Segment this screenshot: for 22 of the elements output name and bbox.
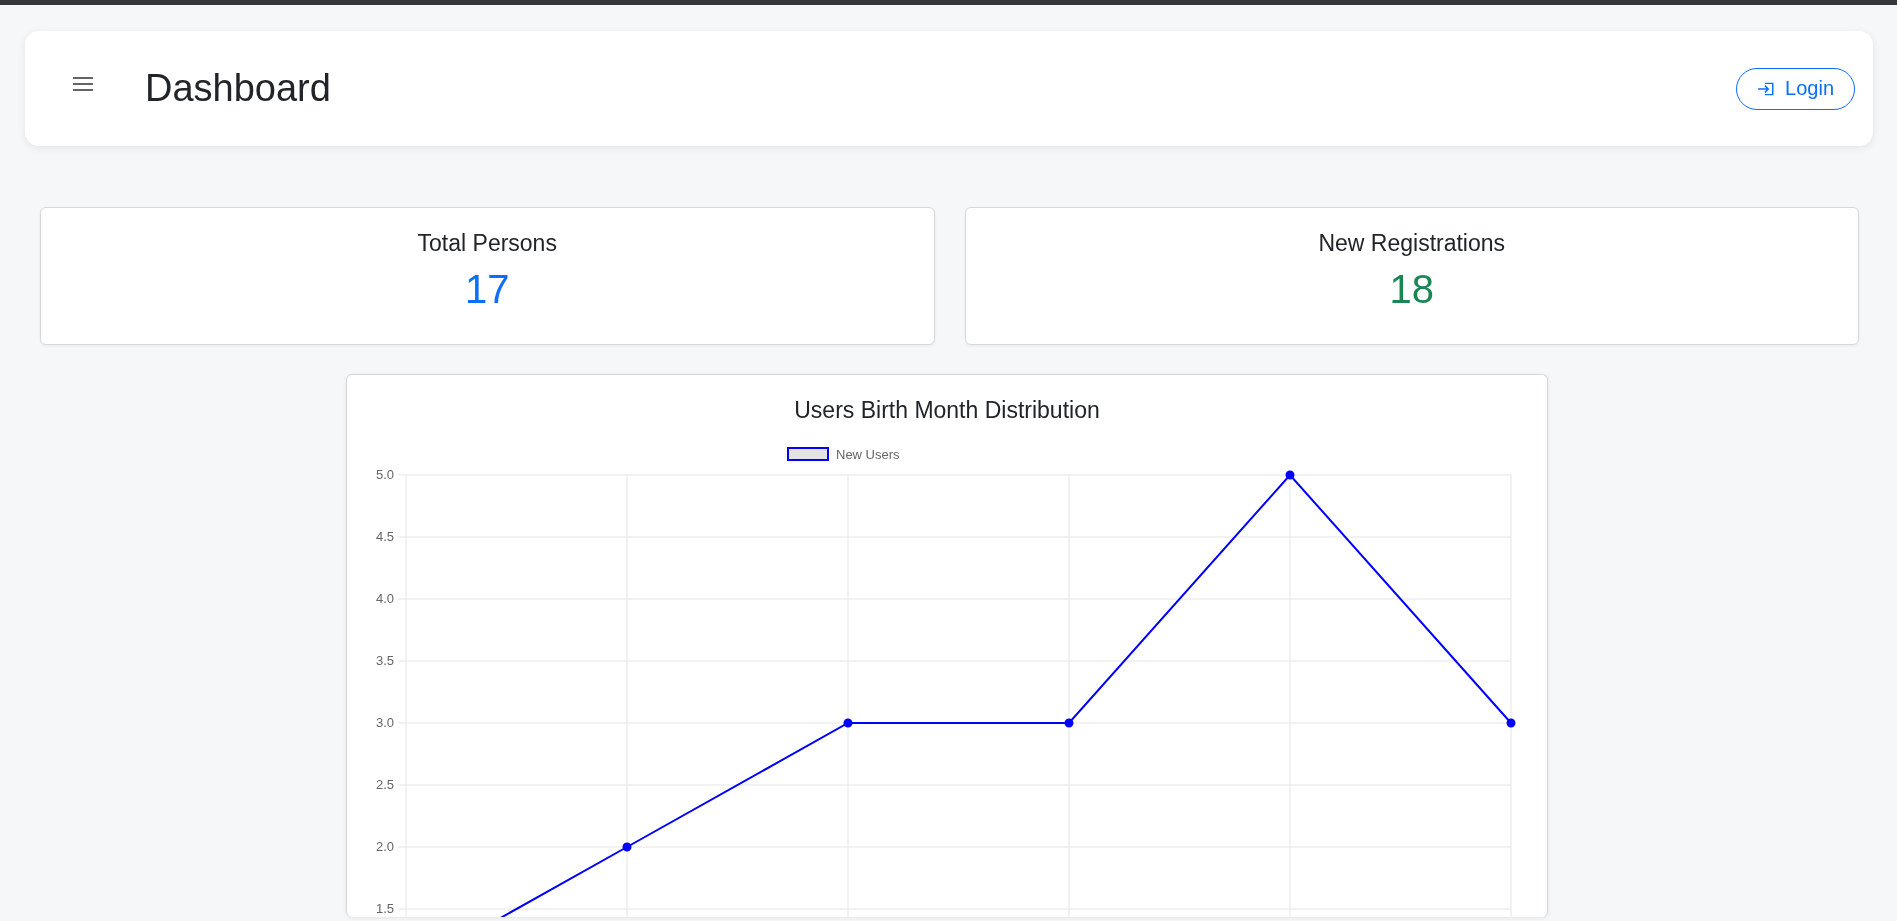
y-tick-label: 4.0	[375, 591, 394, 606]
y-tick-label: 3.5	[375, 653, 394, 668]
chart-title: Users Birth Month Distribution	[793, 396, 1101, 425]
stat-value: 18	[1389, 267, 1434, 312]
stat-label: New Registrations	[1318, 230, 1506, 257]
y-tick-label: 3.0	[375, 715, 394, 730]
y-tick-label: 2.0	[375, 839, 394, 854]
y-tick-label: 2.5	[375, 777, 394, 792]
stat-label: Total Persons	[417, 230, 557, 257]
y-tick-label: 5.0	[375, 467, 394, 482]
data-point	[1064, 718, 1074, 728]
y-tick-label: 1.5	[375, 901, 394, 916]
data-point	[1285, 470, 1295, 480]
y-tick-label: 4.5	[375, 529, 394, 544]
data-point	[843, 718, 853, 728]
page-title: Dashboard	[145, 67, 332, 110]
login-button[interactable]: Login	[1736, 67, 1855, 110]
data-point	[622, 842, 632, 852]
stat-value: 17	[465, 267, 510, 312]
menu-icon[interactable]	[73, 76, 93, 91]
data-point	[1506, 718, 1516, 728]
legend-label: New Users	[836, 447, 900, 462]
